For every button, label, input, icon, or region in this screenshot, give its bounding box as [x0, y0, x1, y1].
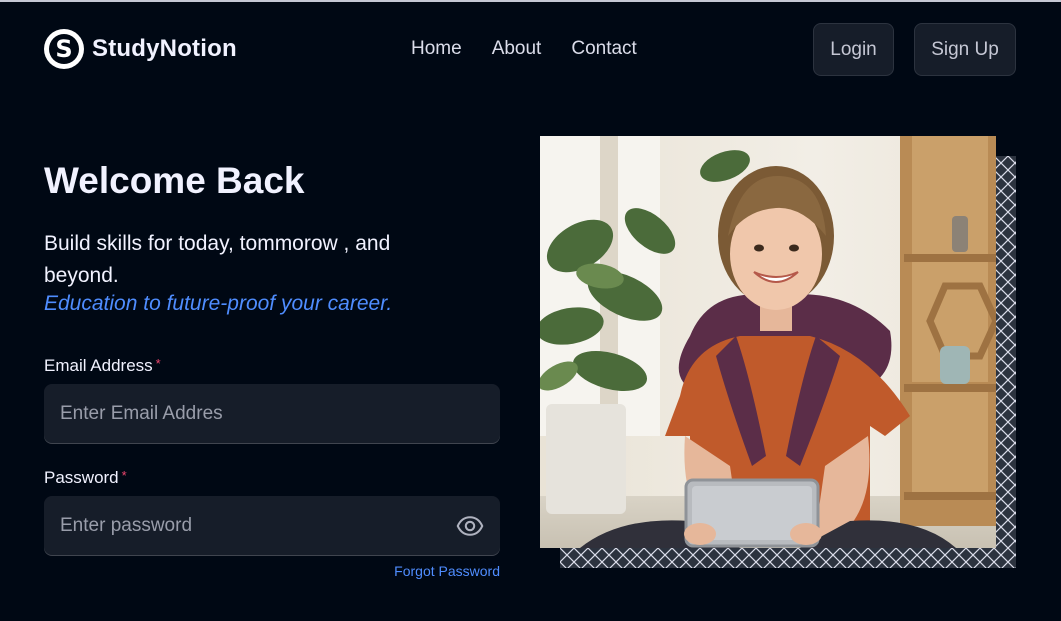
top-navbar: S StudyNotion Home About Contact Login S…: [0, 2, 1061, 98]
password-label: Password *: [44, 468, 127, 488]
page-title: Welcome Back: [44, 160, 305, 201]
signup-button[interactable]: Sign Up: [914, 23, 1016, 76]
brand-logo[interactable]: S StudyNotion: [44, 29, 237, 69]
hero-subtitle: Build skills for today, tommorow , and b…: [44, 232, 391, 287]
forgot-password-link[interactable]: Forgot Password: [394, 563, 500, 579]
password-label-text: Password: [44, 468, 119, 487]
nav-link-home[interactable]: Home: [411, 38, 462, 60]
eye-icon[interactable]: [456, 512, 484, 540]
logo-icon: S: [44, 29, 84, 69]
email-label: Email Address *: [44, 356, 161, 376]
hero-accent-text: Education to future-proof your career.: [44, 292, 393, 315]
student-photo: [540, 136, 996, 548]
login-button[interactable]: Login: [813, 23, 894, 76]
nav-link-contact[interactable]: Contact: [571, 38, 636, 60]
nav-link-about[interactable]: About: [492, 38, 542, 60]
nav-links: Home About Contact: [411, 38, 637, 60]
required-mark: *: [121, 468, 127, 483]
required-mark: *: [155, 356, 161, 371]
email-label-text: Email Address: [44, 356, 153, 375]
password-field[interactable]: [44, 496, 500, 556]
logo-letter: S: [49, 34, 79, 64]
brand-name: StudyNotion: [92, 35, 237, 62]
email-field[interactable]: [44, 384, 500, 444]
